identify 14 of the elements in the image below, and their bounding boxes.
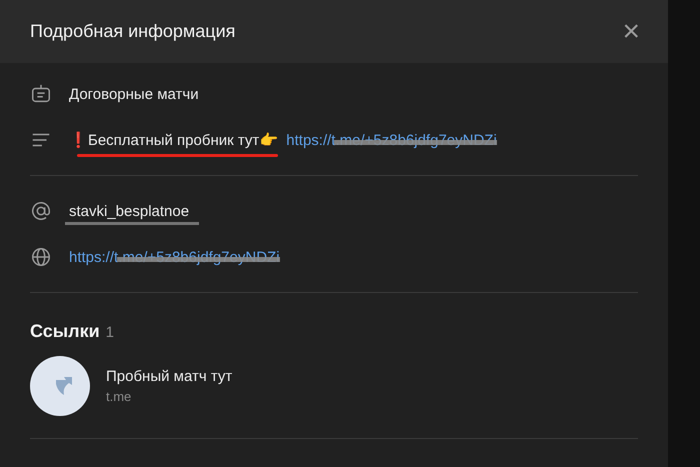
at-sign-icon	[30, 200, 52, 222]
username-text: stavki_besplatnoe	[69, 202, 190, 220]
links-count: 1	[106, 324, 114, 341]
close-button[interactable]: ×	[618, 16, 644, 46]
link-title[interactable]: Пробный матч тут	[106, 368, 232, 385]
description-text: ❗Бесплатный пробник тут👉	[69, 131, 278, 149]
dialog-title: Подробная информация	[30, 21, 236, 42]
channel-name: Договорные матчи	[69, 86, 199, 102]
bot-icon	[30, 83, 52, 105]
section-title: Ссылки	[30, 321, 100, 342]
link-domain: t.me	[106, 389, 132, 404]
channel-link[interactable]: https://t.me/+5z8b6jdfg7eyNDZi	[69, 248, 280, 266]
description-link[interactable]: https://t.me/+5z8b6jdfg7eyNDZi	[286, 132, 497, 148]
globe-icon	[30, 246, 52, 268]
